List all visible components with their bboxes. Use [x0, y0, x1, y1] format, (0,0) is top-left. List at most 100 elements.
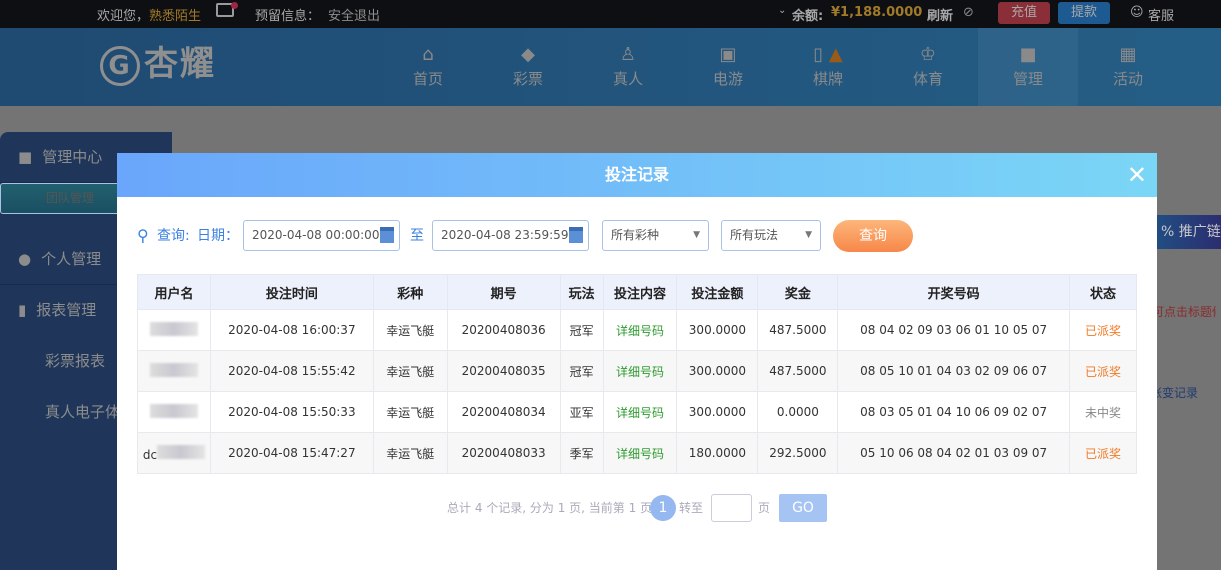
table-header-row: 用户名 投注时间 彩种 期号 玩法 投注内容 投注金额 奖金 开奖号码 状态	[137, 274, 1137, 310]
nav-cards[interactable]: ▯ ▲ 棋牌	[778, 28, 878, 106]
go-button[interactable]: GO	[779, 494, 827, 522]
nav-slots[interactable]: ▣ 电游	[678, 28, 778, 106]
detail-numbers-link[interactable]: 详细号码	[602, 391, 678, 433]
end-date-input[interactable]: 2020-04-08 23:59:59	[432, 220, 589, 251]
slot-machine-icon: ▣	[719, 44, 737, 65]
cell-amount: 300.0000	[676, 391, 759, 433]
chat-icon[interactable]: ☺	[1130, 5, 1144, 20]
edit-title-hint: 可点击标题修	[1152, 305, 1216, 319]
blurred-username	[149, 362, 198, 377]
goto-page-input[interactable]	[711, 494, 752, 522]
cell-prize: 487.5000	[757, 309, 839, 351]
nav-label: 管理	[1012, 70, 1043, 88]
cell-prize: 487.5000	[757, 350, 839, 392]
nav-live[interactable]: ♙ 真人	[578, 28, 678, 106]
username[interactable]: 熟悉陌生	[149, 5, 201, 24]
cell-lottery: 幸运飞艇	[372, 432, 448, 474]
cell-status: 未中奖	[1069, 391, 1137, 433]
calendar-icon[interactable]	[569, 227, 583, 243]
goto-label: 转至	[679, 501, 704, 515]
nav-label: 电游	[712, 70, 743, 88]
table-row: 2020-04-08 15:50:33 幸运飞艇 20200408034 亚军 详细号码…	[137, 391, 1137, 433]
balance-value: ¥1,188.0000	[831, 5, 923, 20]
nav-label: 棋牌	[812, 70, 843, 88]
cell-issue: 20200408035	[446, 350, 561, 392]
select-value: 所有彩种	[611, 228, 660, 242]
cell-play: 亚军	[559, 391, 604, 433]
nav-label: 体育	[912, 70, 943, 88]
cell-numbers: 05 10 06 08 04 02 01 03 09 07	[837, 432, 1070, 474]
cell-time: 2020-04-08 15:47:27	[209, 432, 374, 474]
date-label: 日期：	[197, 228, 239, 244]
cell-status: 已派奖	[1069, 432, 1137, 474]
cell-play: 冠军	[559, 350, 604, 392]
chevron-down-icon[interactable]: ⌄	[778, 5, 786, 16]
cell-issue: 20200408033	[446, 432, 561, 474]
hot-badge-icon: ▲	[823, 44, 843, 65]
calendar-icon[interactable]	[380, 227, 394, 243]
blurred-username	[157, 444, 206, 459]
play-type-select[interactable]: 所有玩法 ▼	[721, 220, 821, 251]
lottery-type-select[interactable]: 所有彩种 ▼	[602, 220, 709, 251]
logo-text: 杏耀	[144, 44, 216, 84]
customer-service-link[interactable]: 客服	[1148, 5, 1174, 24]
users-icon: ■	[1019, 44, 1037, 65]
cell-status: 已派奖	[1069, 309, 1137, 351]
start-date-value: 2020-04-08 00:00:00	[252, 228, 380, 242]
promo-link-tab[interactable]: % 推广链接	[1157, 215, 1221, 249]
card-icon: ▯ ▲	[813, 44, 843, 65]
username-text: dc	[142, 447, 158, 462]
column-header: 投注金额	[676, 274, 759, 310]
cell-prize: 292.5000	[757, 432, 839, 474]
cell-prize: 0.0000	[757, 391, 839, 433]
current-page-button[interactable]: 1	[650, 495, 676, 521]
detail-numbers-link[interactable]: 详细号码	[602, 432, 678, 474]
blurred-username	[149, 403, 198, 418]
cell-amount: 300.0000	[676, 350, 759, 392]
cell-lottery: 幸运飞艇	[372, 350, 448, 392]
report-icon: ▮	[18, 301, 27, 319]
nav-manage[interactable]: ■ 管理	[978, 28, 1078, 106]
column-header: 期号	[446, 274, 561, 310]
cell-lottery: 幸运飞艇	[372, 391, 448, 433]
nav-label: 彩票	[512, 70, 543, 88]
balance-label: 余额:	[792, 9, 824, 24]
logo[interactable]: G 杏耀	[100, 36, 216, 86]
refresh-button[interactable]: 刷新	[927, 5, 953, 24]
cell-amount: 180.0000	[676, 432, 759, 474]
table-row: dc 2020-04-08 15:47:27 幸运飞艇 20200408033 季军 详细…	[137, 432, 1137, 474]
logout-link[interactable]: 安全退出	[328, 5, 380, 24]
nav-sports[interactable]: ♔ 体育	[878, 28, 978, 106]
cell-lottery: 幸运飞艇	[372, 309, 448, 351]
nav-home[interactable]: ⌂ 首页	[378, 28, 478, 106]
pager-summary: 总计 4 个记录, 分为 1 页, 当前第 1 页	[447, 501, 653, 515]
hide-eye-icon[interactable]: ⊘	[963, 5, 974, 20]
start-date-input[interactable]: 2020-04-08 00:00:00	[243, 220, 400, 251]
sidebar-label: 团队管理	[46, 191, 95, 205]
cell-user	[137, 309, 211, 351]
top-bar: 欢迎您， 熟悉陌生 预留信息： 安全退出 ⌄ 余额: ¥1,188.0000 刷…	[0, 0, 1221, 28]
dealer-icon: ♙	[619, 44, 637, 65]
close-icon[interactable]: ✕	[1127, 153, 1147, 197]
table-row: 2020-04-08 15:55:42 幸运飞艇 20200408035 冠军 详细号码…	[137, 350, 1137, 392]
cell-numbers: 08 05 10 01 04 03 02 09 06 07	[837, 350, 1070, 392]
nav-promotions[interactable]: ▦ 活动	[1078, 28, 1178, 106]
query-button[interactable]: 查询	[833, 220, 913, 252]
nav-label: 首页	[412, 70, 443, 88]
deposit-button[interactable]: 充值	[998, 2, 1050, 24]
trophy-icon: ♔	[919, 44, 937, 65]
column-header: 玩法	[559, 274, 604, 310]
nav-lottery[interactable]: ◆ 彩票	[478, 28, 578, 106]
cell-user: dc	[137, 432, 211, 474]
cell-status: 已派奖	[1069, 350, 1137, 392]
balance-record-link[interactable]: 账变记录	[1150, 384, 1214, 401]
cell-time: 2020-04-08 15:55:42	[209, 350, 374, 392]
cell-user	[137, 350, 211, 392]
cell-amount: 300.0000	[676, 309, 759, 351]
detail-numbers-link[interactable]: 详细号码	[602, 350, 678, 392]
withdraw-button[interactable]: 提款	[1058, 2, 1110, 24]
detail-numbers-link[interactable]: 详细号码	[602, 309, 678, 351]
cell-issue: 20200408034	[446, 391, 561, 433]
search-icon: ⚲	[137, 226, 149, 245]
cell-numbers: 08 04 02 09 03 06 01 10 05 07	[837, 309, 1070, 351]
